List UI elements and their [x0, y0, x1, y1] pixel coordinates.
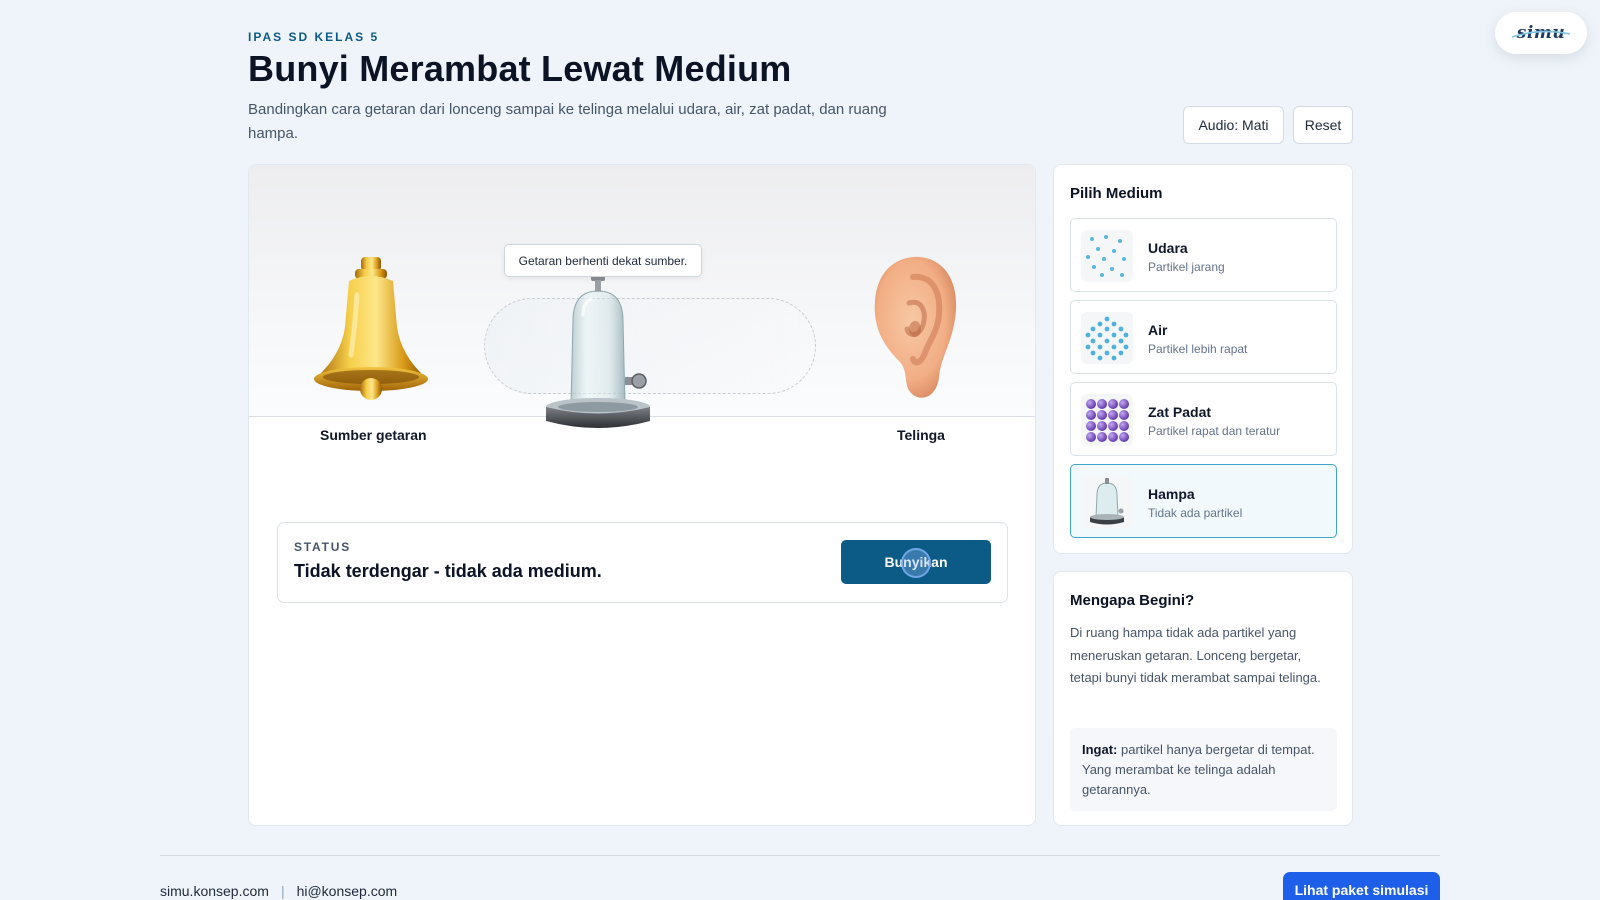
medium-option-hampa[interactable]: Hampa Tidak ada partikel — [1070, 464, 1337, 538]
bell-jar-icon — [539, 275, 657, 438]
view-packages-button[interactable]: Lihat paket simulasi — [1283, 872, 1440, 900]
play-sound-button[interactable]: Bunyikan — [841, 540, 991, 584]
medium-option-air[interactable]: Air Partikel lebih rapat — [1070, 300, 1337, 374]
status-label: STATUS — [294, 540, 352, 554]
receiver-caption: Telinga — [897, 427, 945, 443]
medium-name: Zat Padat — [1148, 404, 1212, 420]
cursor-indicator — [901, 548, 931, 578]
footer-links: simu.konsep.com | hi@konsep.com — [160, 883, 397, 899]
medium-option-udara[interactable]: Udara Partikel jarang — [1070, 218, 1337, 292]
medium-desc: Partikel jarang — [1148, 260, 1225, 274]
medium-name: Air — [1148, 322, 1168, 338]
brand-logo[interactable]: simu — [1495, 12, 1587, 54]
explanation-text: Di ruang hampa tidak ada partikel yang m… — [1070, 625, 1321, 685]
explanation-title: Mengapa Begini? — [1070, 592, 1195, 609]
logo-swoosh-icon — [1511, 30, 1571, 38]
subject-kicker: IPAS SD KELAS 5 — [248, 30, 380, 44]
solid-lattice-icon — [1081, 394, 1133, 446]
bell-icon — [311, 255, 431, 408]
medium-desc: Tidak ada partikel — [1148, 506, 1243, 520]
medium-name: Hampa — [1148, 486, 1195, 502]
bell-jar-icon — [1081, 476, 1133, 528]
explanation-panel: Mengapa Begini? Di ruang hampa tidak ada… — [1053, 571, 1353, 826]
medium-tooltip: Getaran berhenti dekat sumber. — [504, 244, 702, 277]
footer-site-link[interactable]: simu.konsep.com — [160, 883, 269, 899]
status-panel: STATUS Tidak terdengar - tidak ada mediu… — [277, 522, 1008, 603]
footer-email-link[interactable]: hi@konsep.com — [297, 883, 398, 899]
medium-desc: Partikel lebih rapat — [1148, 342, 1248, 356]
simulation-stage: Getaran berhenti dekat sumber. Sumber ge… — [248, 164, 1036, 826]
medium-panel-title: Pilih Medium — [1070, 185, 1163, 202]
medium-option-zat-padat[interactable]: Zat Padat Partikel rapat dan teratur — [1070, 382, 1337, 456]
sparse-particles-icon — [1081, 230, 1133, 282]
ear-icon — [869, 253, 959, 408]
status-text: Tidak terdengar - tidak ada medium. — [294, 561, 602, 581]
reminder-label: Ingat: — [1082, 742, 1118, 757]
dense-particles-icon — [1081, 312, 1133, 364]
footer-divider — [160, 855, 1440, 856]
source-caption: Sumber getaran — [320, 427, 427, 443]
page-title: Bunyi Merambat Lewat Medium — [248, 48, 792, 89]
medium-selector-panel: Pilih Medium Udara Partikel jarang Air P… — [1053, 164, 1353, 554]
reminder-text: partikel hanya bergetar di tempat. Yang … — [1082, 742, 1315, 797]
reminder-note: Ingat: partikel hanya bergetar di tempat… — [1070, 728, 1337, 811]
footer-separator: | — [280, 883, 285, 899]
medium-desc: Partikel rapat dan teratur — [1148, 424, 1281, 438]
medium-name: Udara — [1148, 240, 1188, 256]
reset-button[interactable]: Reset — [1293, 106, 1353, 144]
page-subtitle: Bandingkan cara getaran dari lonceng sam… — [248, 101, 887, 142]
audio-toggle-button[interactable]: Audio: Mati — [1183, 106, 1284, 144]
